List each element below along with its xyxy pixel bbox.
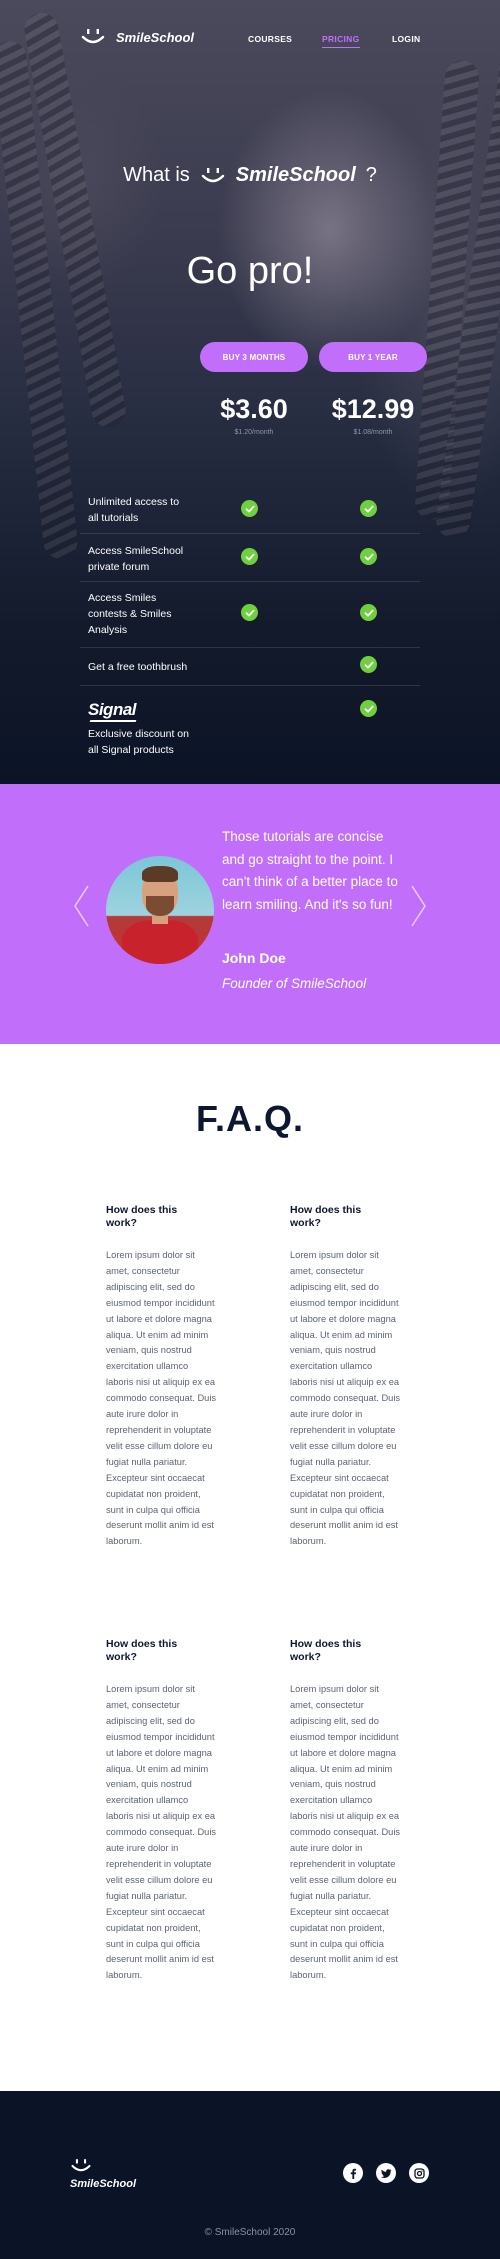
- feature-row: Exclusive discount on all Signal product…: [80, 686, 420, 766]
- faq-question: How does this work?: [106, 1204, 178, 1229]
- faq-answer: Lorem ipsum dolor sit amet, consectetur …: [290, 1684, 401, 1981]
- twitter-icon[interactable]: [376, 2163, 396, 2183]
- price-3-months: $3.60: [220, 394, 288, 424]
- faq-question: How does this work?: [106, 1638, 178, 1663]
- what-is-brand: SmileSchool: [235, 164, 356, 186]
- testimonial-section: Those tutorials are concise and go strai…: [0, 784, 500, 1044]
- faq-title: F.A.Q.: [195, 1098, 304, 1139]
- check-icon: [241, 604, 258, 621]
- nav-link-pricing[interactable]: PRICING: [322, 34, 360, 48]
- brand-logo[interactable]: SmileSchool: [80, 27, 194, 47]
- buy-1-year-button[interactable]: BUY 1 YEAR: [319, 342, 427, 372]
- what-is-heading: What is SmileSchool ?: [0, 164, 500, 187]
- smile-logo-icon: [81, 29, 105, 44]
- feature-label: Get a free toothbrush: [88, 661, 188, 673]
- faq-answer: Lorem ipsum dolor sit amet, consectetur …: [106, 1250, 217, 1547]
- copyright-text: © SmileSchool 2020: [204, 2227, 296, 2238]
- smile-logo-icon: [71, 2159, 91, 2172]
- buy-3-months-button[interactable]: BUY 3 MONTHS: [200, 342, 308, 372]
- check-icon: [241, 548, 258, 565]
- brand-name: SmileSchool: [116, 29, 195, 45]
- nav-link-login[interactable]: LOGIN: [392, 34, 420, 44]
- avatar: [106, 856, 214, 964]
- carousel-next-arrow-icon[interactable]: [410, 884, 428, 928]
- what-is-prefix: What is: [123, 164, 190, 186]
- testimonial-quote: Those tutorials are concise and go strai…: [222, 829, 398, 912]
- feature-row: Unlimited access to all tutorials: [80, 488, 420, 534]
- footer-brand-name: SmileSchool: [70, 2178, 137, 2190]
- carousel-prev-arrow-icon[interactable]: [72, 884, 90, 928]
- testimonial-role: Founder of SmileSchool: [222, 976, 367, 991]
- feature-row: Access Smiles contests & Smiles Analysis: [80, 582, 420, 648]
- check-icon: [360, 656, 377, 673]
- faq-answer: Lorem ipsum dolor sit amet, consectetur …: [106, 1684, 217, 1981]
- price-1-year-monthly: $1.08/month: [353, 429, 393, 436]
- what-is-suffix: ?: [365, 164, 377, 186]
- faq-question: How does this work?: [290, 1638, 362, 1663]
- top-navbar: SmileSchool COURSES PRICING LOGIN: [0, 0, 500, 80]
- page-title: Go pro!: [186, 250, 314, 292]
- feature-label: Exclusive discount on all Signal product…: [88, 728, 189, 756]
- faq-question: How does this work?: [290, 1204, 362, 1229]
- faq-answer: Lorem ipsum dolor sit amet, consectetur …: [290, 1250, 401, 1547]
- check-icon: [241, 500, 258, 517]
- feature-row: Get a free toothbrush: [80, 648, 420, 686]
- price-1-year: $12.99: [331, 394, 415, 424]
- feature-row: Access SmileSchool private forum: [80, 534, 420, 582]
- footer-brand-logo[interactable]: SmileSchool: [70, 2157, 150, 2190]
- instagram-icon[interactable]: [409, 2163, 429, 2183]
- nav-link-courses[interactable]: COURSES: [248, 34, 292, 44]
- price-3-months-monthly: $1.20/month: [234, 429, 274, 436]
- feature-label: Access Smiles contests & Smiles Analysis: [88, 592, 172, 636]
- feature-label: Unlimited access to all tutorials: [88, 496, 180, 524]
- check-icon: [360, 604, 377, 621]
- feature-label: Access SmileSchool private forum: [88, 545, 184, 573]
- smile-logo-icon: [201, 167, 224, 182]
- check-icon: [360, 548, 377, 565]
- facebook-icon[interactable]: [343, 2163, 363, 2183]
- hero-section: SmileSchool COURSES PRICING LOGIN What i…: [0, 0, 500, 784]
- testimonial-name: John Doe: [222, 950, 286, 966]
- footer: SmileSchool © SmileSchool 2020: [0, 2091, 500, 2259]
- check-icon: [360, 500, 377, 517]
- check-icon: [360, 700, 377, 717]
